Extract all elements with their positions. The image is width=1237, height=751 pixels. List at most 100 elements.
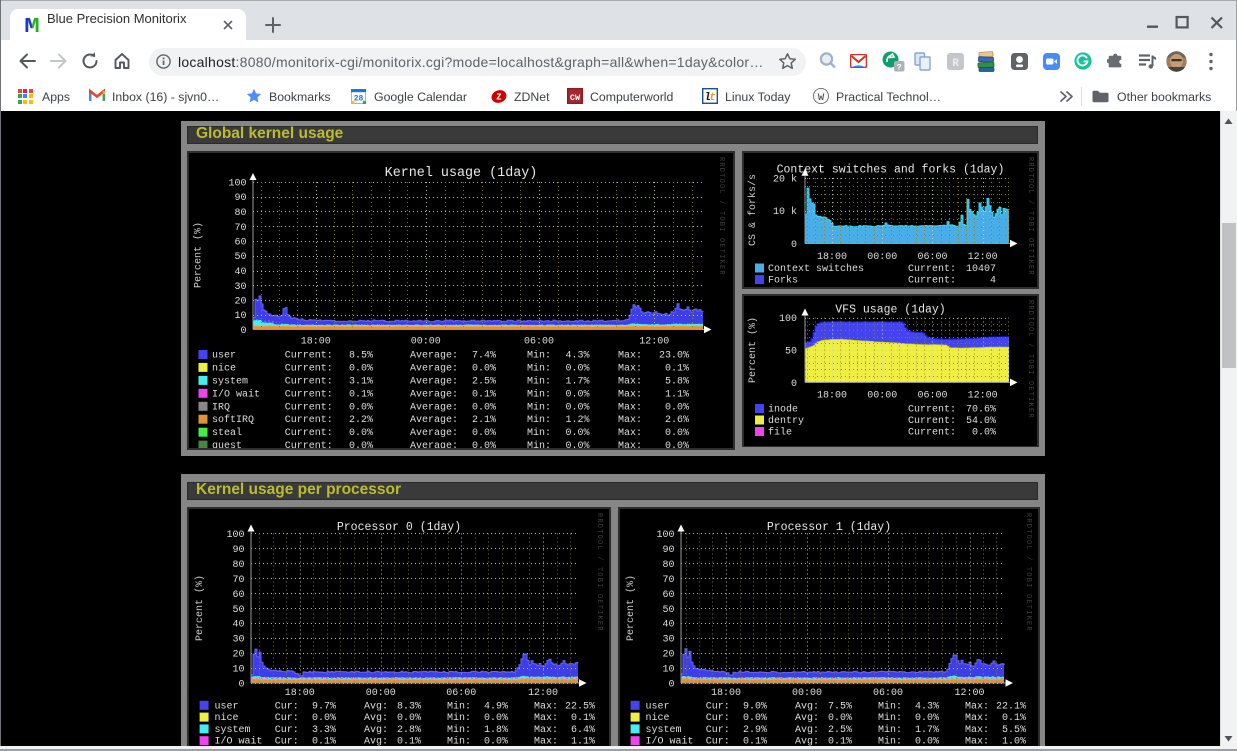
svg-text:0.0%: 0.0% [565, 441, 589, 448]
svg-text:50: 50 [232, 605, 244, 616]
svg-text:0.0%: 0.0% [349, 428, 373, 439]
svg-text:VFS usage (1day): VFS usage (1day) [835, 304, 945, 317]
svg-text:80: 80 [232, 560, 244, 571]
svg-text:70: 70 [232, 575, 244, 586]
svg-text:Min:: Min: [878, 712, 902, 724]
svg-text:Current:: Current: [908, 405, 956, 416]
svg-text:2.2%: 2.2% [349, 415, 373, 426]
svg-text:Max:: Max: [618, 441, 642, 448]
svg-text:Min:: Min: [447, 712, 471, 724]
svg-text:Cur:: Cur: [275, 725, 299, 736]
svg-text:00:00: 00:00 [792, 688, 822, 699]
svg-text:Cur:: Cur: [706, 725, 730, 736]
svg-text:1.7%: 1.7% [915, 725, 939, 736]
svg-text:RRDTOOL / TOBI OETIKER: RRDTOOL / TOBI OETIKER [1026, 300, 1034, 419]
svg-text:Average:: Average: [410, 415, 458, 426]
svg-text:Max:: Max: [965, 701, 989, 712]
svg-text:Average:: Average: [410, 363, 458, 374]
svg-text:70.6%: 70.6% [966, 405, 996, 416]
svg-text:file: file [768, 427, 792, 439]
svg-text:?: ? [897, 62, 902, 72]
svg-text:Percent (%): Percent (%) [747, 317, 759, 383]
svg-text:Min:: Min: [527, 362, 551, 374]
svg-text:0.0%: 0.0% [565, 402, 589, 413]
svg-text:0.0%: 0.0% [665, 441, 689, 448]
svg-text:user: user [646, 701, 670, 712]
svg-text:0.1%: 0.1% [665, 363, 689, 374]
svg-text:0.0%: 0.0% [665, 428, 689, 439]
svg-text:50: 50 [662, 605, 674, 616]
svg-text:28: 28 [354, 94, 364, 103]
svg-text:0.0%: 0.0% [743, 713, 767, 724]
svg-text:100: 100 [226, 530, 244, 541]
svg-text:06:00: 06:00 [873, 688, 903, 699]
svg-text:100: 100 [228, 179, 246, 190]
svg-text:40: 40 [234, 267, 246, 278]
svg-text:00:00: 00:00 [867, 391, 897, 402]
svg-text:18:00: 18:00 [301, 336, 331, 347]
svg-text:0.0%: 0.0% [472, 363, 496, 374]
svg-text:M: M [24, 17, 40, 33]
svg-text:0.0%: 0.0% [665, 402, 689, 413]
svg-text:Percent (%): Percent (%) [625, 575, 637, 641]
svg-text:RRDTOOL / TOBI OETIKER: RRDTOOL / TOBI OETIKER [717, 157, 725, 276]
svg-text:CS & forks/s: CS & forks/s [747, 174, 759, 246]
svg-text:00:00: 00:00 [366, 688, 396, 699]
svg-text:2.1%: 2.1% [472, 415, 496, 426]
svg-text:Min:: Min: [527, 401, 551, 413]
svg-text:RRDTOOL / TOBI OETIKER: RRDTOOL / TOBI OETIKER [1026, 157, 1034, 276]
svg-text:10: 10 [662, 665, 674, 676]
svg-text:8.5%: 8.5% [349, 351, 373, 362]
svg-text:Processor 0 (1day): Processor 0 (1day) [337, 521, 461, 534]
svg-text:Kernel usage (1day): Kernel usage (1day) [385, 166, 538, 181]
svg-text:Max:: Max: [618, 389, 642, 400]
svg-text:80: 80 [234, 208, 246, 219]
svg-text:nice: nice [215, 712, 239, 724]
svg-text:Forks: Forks [768, 275, 798, 287]
svg-text:0.0%: 0.0% [828, 713, 852, 724]
svg-text:nice: nice [212, 362, 236, 374]
svg-text:Current:: Current: [285, 402, 333, 413]
svg-text:Processor 1 (1day): Processor 1 (1day) [767, 521, 891, 534]
svg-text:23.0%: 23.0% [659, 351, 689, 362]
svg-text:Z: Z [496, 93, 501, 103]
svg-text:5.5%: 5.5% [1002, 725, 1026, 736]
svg-text:00:00: 00:00 [411, 336, 441, 347]
svg-text:Average:: Average: [410, 441, 458, 448]
svg-text:Average:: Average: [410, 376, 458, 387]
svg-text:12:00: 12:00 [968, 391, 998, 402]
svg-text:30: 30 [662, 635, 674, 646]
svg-text:0: 0 [240, 326, 246, 337]
svg-text:60: 60 [232, 590, 244, 601]
svg-text:5.8%: 5.8% [665, 376, 689, 387]
svg-text:Average:: Average: [410, 428, 458, 439]
svg-text:0.0%: 0.0% [349, 363, 373, 374]
svg-text:0.1%: 0.1% [472, 389, 496, 400]
svg-text:Min:: Min: [527, 414, 551, 426]
svg-text:W: W [818, 92, 825, 104]
svg-text:9.7%: 9.7% [312, 701, 336, 712]
svg-text:30: 30 [232, 635, 244, 646]
svg-text:Current:: Current: [285, 376, 333, 387]
svg-text:18:00: 18:00 [817, 391, 847, 402]
svg-text:user: user [215, 701, 239, 712]
svg-text:70: 70 [662, 575, 674, 586]
svg-text:Min:: Min: [447, 724, 471, 736]
svg-text:18:00: 18:00 [817, 252, 847, 263]
svg-text:7.4%: 7.4% [472, 351, 496, 362]
svg-text:0.0%: 0.0% [565, 389, 589, 400]
svg-text:10: 10 [232, 665, 244, 676]
svg-text:3.3%: 3.3% [312, 725, 336, 736]
svg-text:Min:: Min: [447, 700, 471, 712]
svg-text:Avg:: Avg: [795, 725, 819, 736]
svg-text:Cur:: Cur: [275, 701, 299, 712]
svg-text:50: 50 [785, 347, 797, 358]
svg-text:40: 40 [662, 620, 674, 631]
svg-text:7.5%: 7.5% [828, 701, 852, 712]
svg-text:Max:: Max: [534, 725, 558, 736]
svg-text:Percent (%): Percent (%) [193, 222, 205, 288]
svg-text:steal: steal [212, 427, 242, 439]
svg-text:system: system [215, 725, 251, 736]
svg-text:Avg:: Avg: [364, 701, 388, 712]
svg-text:4.9%: 4.9% [484, 701, 508, 712]
